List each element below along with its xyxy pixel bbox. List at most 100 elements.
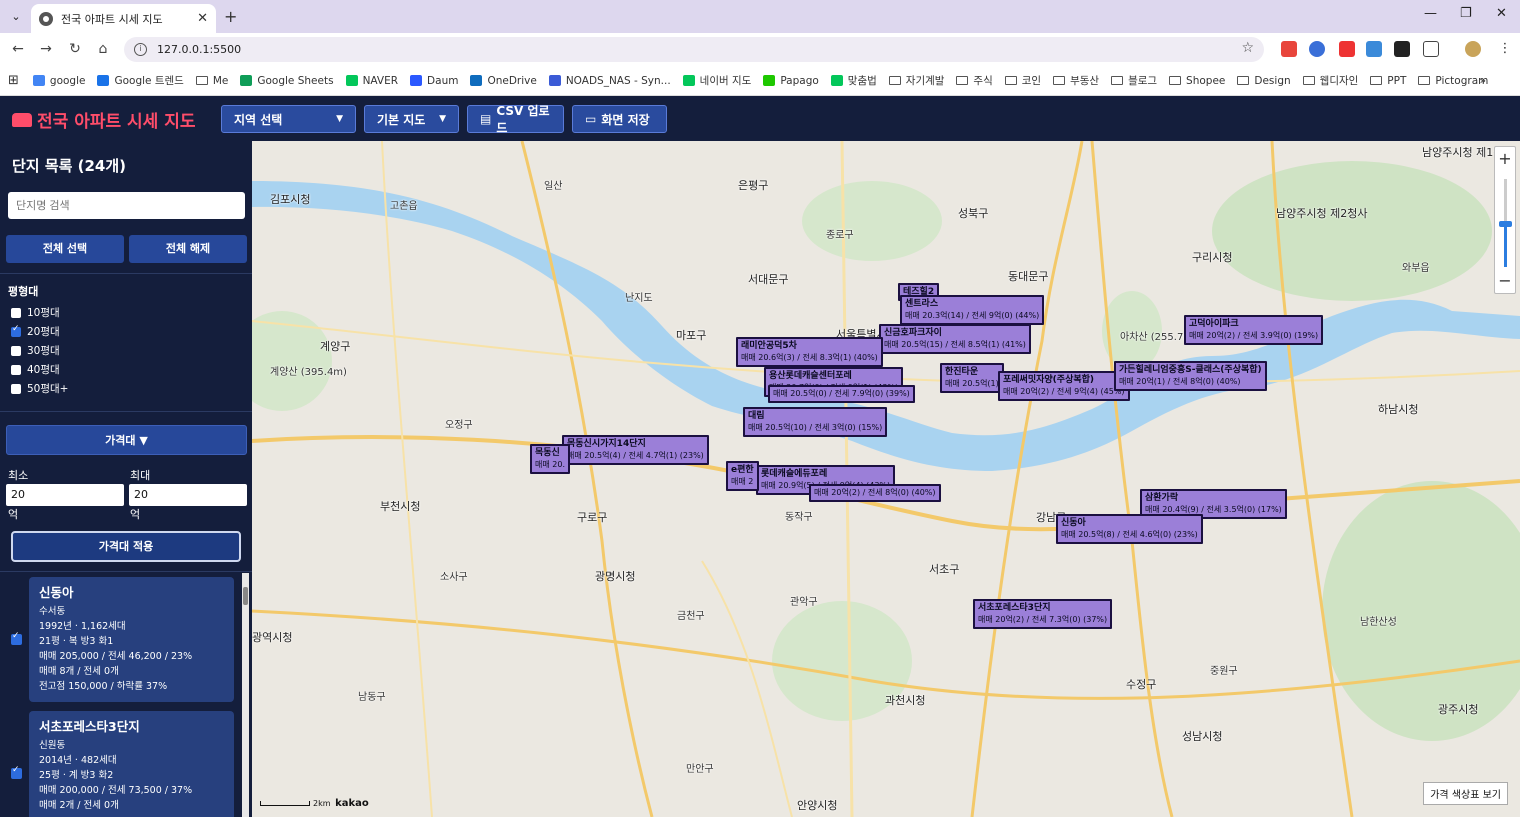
bookmark-14[interactable]: 부동산: [1053, 73, 1099, 88]
map-view[interactable]: 김포시청 고촌읍 계양구 일산 은평구 성북구 종로구 서대문구 동대문구 마포구 서울특별시 난지도…: [252, 141, 1520, 817]
apartment-marker[interactable]: 가든힐레니엄중흥S-클래스(주상복합) 매매 20억(1) / 전세 8억(0) …: [1114, 361, 1267, 391]
complex-card[interactable]: 신동아 수서동 1992년 · 1,162세대 21평 · 복 방3 화1 매매 205…: [29, 577, 234, 702]
marker-title: 목동신: [535, 448, 560, 458]
complex-checkbox[interactable]: [11, 765, 22, 779]
tab-active[interactable]: 전국 아파트 시세 지도 ✕: [31, 4, 216, 33]
new-tab-plus-icon[interactable]: +: [224, 7, 237, 26]
size-filter-0[interactable]: 10평대: [11, 305, 60, 320]
apps-grid-icon[interactable]: ⊞: [8, 73, 19, 88]
save-screen-button[interactable]: ▭ 화면 저장: [572, 105, 667, 133]
avatar[interactable]: [1465, 41, 1481, 57]
bookmark-12[interactable]: 주식: [956, 73, 993, 88]
scrollbar-thumb[interactable]: [243, 587, 248, 605]
bookmark-4[interactable]: NAVER: [345, 75, 398, 87]
bookmark-11[interactable]: 자기계발: [888, 73, 944, 88]
bookmark-8[interactable]: 네이버 지도: [682, 73, 751, 88]
max-price-input[interactable]: 20: [129, 484, 247, 506]
marker-title: 신금호파크자이: [884, 328, 942, 338]
place-label: 계양구: [320, 340, 351, 353]
bookmark-7[interactable]: NOADS_NAS - Syn...: [548, 75, 671, 87]
price-range-toggle[interactable]: 가격대 ▼: [6, 425, 247, 455]
forward-icon[interactable]: →: [37, 41, 55, 57]
select-all-button[interactable]: 전체 선택: [6, 235, 124, 263]
puzzle-icon[interactable]: [1423, 41, 1439, 57]
list-scrollbar[interactable]: [242, 573, 249, 817]
tab-title: 전국 아파트 시세 지도: [61, 12, 163, 26]
apartment-marker[interactable]: 서초포레스타3단지 매매 20억(2) / 전세 7.3억(0) (37%): [973, 599, 1113, 629]
size-filter-3[interactable]: 40평대: [11, 362, 60, 377]
bookmark-star-icon[interactable]: ☆: [1241, 40, 1254, 56]
more-bookmarks-icon[interactable]: »: [1480, 75, 1486, 87]
bookmark-9[interactable]: Papago: [763, 75, 819, 87]
apartment-marker[interactable]: 신동아 매매 20.5억(8) / 전세 4.6억(0) (23%): [1056, 514, 1203, 544]
tab-search-chevron-icon[interactable]: ⌄: [7, 8, 25, 26]
zoom-slider-handle[interactable]: [1499, 221, 1512, 227]
tab-strip: ⌄ 전국 아파트 시세 지도 ✕ + — ❐ ✕: [0, 0, 1520, 33]
complex-checkbox[interactable]: [11, 631, 22, 645]
checkbox[interactable]: [11, 383, 21, 394]
bookmark-20[interactable]: Pictogram: [1418, 75, 1488, 87]
restore-icon[interactable]: ❐: [1460, 6, 1472, 21]
profile-extension-icon[interactable]: [1394, 41, 1410, 57]
size-filter-1[interactable]: 20평대: [11, 324, 60, 339]
complex-card[interactable]: 서초포레스타3단지 신원동 2014년 · 482세대 25평 · 계 방3 화2 매매…: [29, 711, 234, 817]
apartment-marker[interactable]: 목동신시가지14단지 매매 20.5억(4) / 전세 4.7억(1) (23%): [562, 435, 709, 465]
apartment-marker[interactable]: 대림 매매 20.5억(10) / 전세 3억(0) (15%): [743, 407, 888, 437]
translate-extension-icon[interactable]: [1366, 41, 1382, 57]
apartment-marker[interactable]: 매매 20.5억(0) / 전세 7.9억(0) (39%): [768, 385, 915, 403]
deselect-all-button[interactable]: 전체 해제: [129, 235, 247, 263]
site-info-icon[interactable]: i: [134, 43, 147, 56]
bookmark-17[interactable]: Design: [1237, 75, 1291, 87]
home-icon[interactable]: ⌂: [94, 41, 112, 57]
apartment-marker[interactable]: 매매 20억(2) / 전세 8억(0) (40%): [809, 484, 941, 502]
price-legend-button[interactable]: 가격 색상표 보기: [1423, 782, 1508, 805]
bookmark-3[interactable]: Google Sheets: [240, 75, 334, 87]
apartment-marker[interactable]: 포레써밋자양(주상복합) 매매 20억(2) / 전세 9억(4) (45%): [998, 371, 1130, 401]
back-icon[interactable]: ←: [9, 41, 27, 57]
search-input[interactable]: [8, 192, 245, 219]
apartment-marker[interactable]: 래미안공덕5차 매매 20.6억(3) / 전세 8.3억(1) (40%): [736, 337, 883, 367]
address-bar[interactable]: i 127.0.0.1:5500 ☆: [124, 37, 1264, 62]
bookmark-6[interactable]: OneDrive: [470, 75, 537, 87]
bookmark-18[interactable]: 웹디자인: [1302, 73, 1358, 88]
checkbox[interactable]: [11, 364, 21, 375]
map-type-select[interactable]: 기본 지도 ▼: [364, 105, 459, 133]
bookmark-0[interactable]: google: [32, 75, 85, 87]
checkbox[interactable]: [11, 345, 21, 356]
min-price-input[interactable]: 20: [6, 484, 124, 506]
extension-icon[interactable]: [1281, 41, 1297, 57]
place-label: 남한산성: [1360, 617, 1397, 628]
apply-price-button[interactable]: 가격대 적용: [11, 531, 241, 562]
apartment-marker[interactable]: 한진타운 매매 20.5억(1): [940, 363, 1004, 393]
tab-close-icon[interactable]: ✕: [197, 11, 208, 26]
bookmark-13[interactable]: 코인: [1004, 73, 1041, 88]
bookmark-1[interactable]: Google 트렌드: [97, 73, 184, 88]
bookmark-16[interactable]: Shopee: [1169, 75, 1225, 87]
reload-icon[interactable]: ↻: [66, 41, 84, 57]
apartment-marker[interactable]: 신금호파크자이 매매 20.5억(15) / 전세 8.5억(1) (41%): [879, 324, 1031, 354]
size-filter-2[interactable]: 30평대: [11, 343, 60, 358]
bookmark-15[interactable]: 블로그: [1111, 73, 1157, 88]
shield-extension-icon[interactable]: [1309, 41, 1325, 57]
bookmark-5[interactable]: Daum: [410, 75, 458, 87]
marker-detail: 매매 20억(1) / 전세 8억(0) (40%): [1119, 377, 1241, 386]
minimize-icon[interactable]: —: [1424, 6, 1437, 21]
bookmark-10[interactable]: 맞춤법: [830, 73, 877, 88]
region-select[interactable]: 지역 선택 ▼: [221, 105, 356, 133]
zoom-out-button[interactable]: −: [1495, 271, 1515, 290]
menu-kebab-icon[interactable]: ⋮: [1497, 41, 1513, 57]
checkbox[interactable]: [11, 307, 21, 318]
size-filter-4[interactable]: 50평대+: [11, 381, 68, 396]
apartment-marker[interactable]: 목동신 매매 20.: [530, 444, 570, 474]
notification-extension-icon[interactable]: [1339, 41, 1355, 57]
bookmark-19[interactable]: PPT: [1370, 75, 1406, 87]
place-label: 서대문구: [748, 273, 789, 286]
apartment-marker[interactable]: 센트라스 매매 20.3억(14) / 전세 9억(0) (44%): [900, 295, 1045, 325]
csv-upload-button[interactable]: ▤ CSV 업로드: [467, 104, 564, 135]
apartment-marker[interactable]: 고덕아이파크 매매 20억(2) / 전세 3.9억(0) (19%): [1184, 315, 1324, 345]
bookmark-2[interactable]: Me: [195, 75, 228, 87]
window-close-icon[interactable]: ✕: [1496, 6, 1507, 21]
apartment-marker[interactable]: e편한 매매 2: [726, 461, 759, 491]
zoom-in-button[interactable]: +: [1495, 149, 1515, 168]
checkbox[interactable]: [11, 324, 21, 337]
